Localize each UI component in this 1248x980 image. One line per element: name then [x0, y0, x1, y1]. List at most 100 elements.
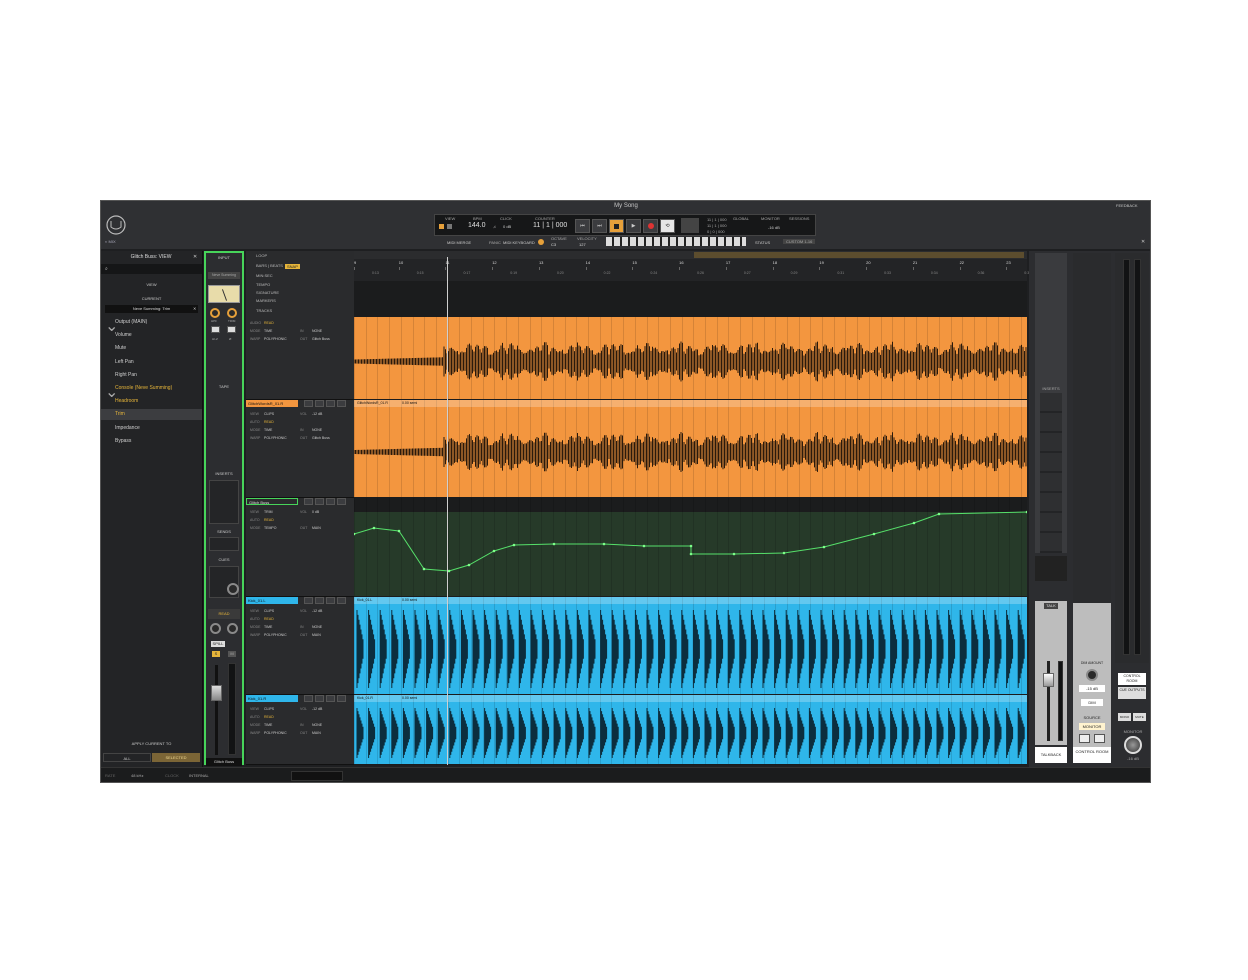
track-button[interactable]: [326, 400, 335, 407]
play-button[interactable]: ▶: [626, 219, 641, 233]
volume-fader[interactable]: [211, 685, 222, 701]
track-param[interactable]: TIME: [264, 723, 272, 728]
right-insert-slots[interactable]: [1040, 393, 1062, 553]
track-param[interactable]: READ: [264, 321, 274, 326]
source-off-button[interactable]: [1079, 734, 1090, 743]
panic-button[interactable]: PANIC: [489, 240, 501, 245]
tree-item[interactable]: Impedance: [101, 423, 202, 434]
track-lane[interactable]: GlitchWordsR_01.R 0.00 semi: [354, 400, 1027, 497]
track-param[interactable]: MAIN: [312, 731, 321, 736]
phase-button[interactable]: [227, 326, 236, 333]
close-icon[interactable]: ✕: [1141, 239, 1145, 245]
track-button[interactable]: [326, 498, 335, 505]
track-name[interactable]: Kick_01.L: [246, 597, 298, 604]
track-param[interactable]: READ: [264, 420, 274, 425]
pan-left-knob[interactable]: [210, 623, 221, 634]
automation-point[interactable]: [492, 549, 496, 553]
automation-point[interactable]: [512, 543, 516, 547]
tree-item[interactable]: Right Pan: [101, 370, 202, 381]
hiz-button[interactable]: [211, 326, 220, 333]
track-button[interactable]: [315, 597, 324, 604]
automation-point[interactable]: [689, 552, 693, 556]
track-param[interactable]: Glitch Buss: [312, 436, 330, 441]
trim-knob[interactable]: [227, 308, 237, 318]
track-button[interactable]: [315, 498, 324, 505]
clock-value[interactable]: INTERNAL: [189, 773, 209, 778]
record-button[interactable]: [643, 219, 658, 233]
search-field[interactable]: ⌕: [101, 264, 202, 274]
track-param[interactable]: CLIPS: [264, 609, 274, 614]
track-param[interactable]: TIME: [264, 428, 272, 433]
track-button[interactable]: [337, 597, 346, 604]
automation-line[interactable]: [354, 511, 1027, 572]
automation-point[interactable]: [372, 526, 376, 530]
spill-button[interactable]: SPILL: [211, 641, 225, 647]
track-header[interactable]: GlitchWordsR_01.R VIEW CLIPS VOL -12 dB AUTO R…: [246, 400, 354, 498]
solo-button[interactable]: S: [212, 651, 220, 657]
window-title[interactable]: My Song: [601, 203, 651, 209]
ruler-row-label[interactable]: SIGNATURE: [256, 290, 279, 295]
automation-point[interactable]: [447, 569, 451, 573]
monitor-source-button[interactable]: MONITOR: [1079, 723, 1105, 730]
track-param[interactable]: READ: [264, 715, 274, 720]
grid-icon[interactable]: [447, 224, 452, 229]
channel-name[interactable]: Glitch Buss: [206, 758, 242, 766]
source-line-button[interactable]: [1094, 734, 1105, 743]
track-param[interactable]: NONE: [312, 428, 322, 433]
loop-region[interactable]: [694, 252, 1024, 258]
automation-point[interactable]: [1025, 510, 1027, 514]
bpm-value[interactable]: 144.0: [468, 222, 486, 229]
track-name[interactable]: Glitch Buss: [246, 498, 298, 505]
timeline-ruler[interactable]: 91011121314151617181920212223 0:130:150:…: [354, 251, 1031, 317]
cue-outputs-button[interactable]: CUE OUTPUTS: [1118, 687, 1146, 699]
track-param[interactable]: MAIN: [312, 526, 321, 531]
pan-right-knob[interactable]: [227, 623, 238, 634]
tree-item[interactable]: Headroom: [101, 396, 202, 407]
automation-point[interactable]: [782, 551, 786, 555]
track-param[interactable]: READ: [264, 617, 274, 622]
apply-selected-button[interactable]: SELECTED: [152, 753, 200, 762]
view-toggle-icon[interactable]: [439, 224, 444, 229]
track-param[interactable]: READ: [264, 518, 274, 523]
track-name[interactable]: GlitchWordsR_01.R: [246, 400, 298, 407]
track-param[interactable]: POLYPHONIC: [264, 337, 287, 342]
rewind-button[interactable]: ⏮: [575, 219, 590, 233]
piano-keys[interactable]: [606, 237, 746, 246]
track-header[interactable]: Kick_01.L VIEW CLIPS VOL -12 dB AUTO READ MODE T…: [246, 597, 354, 695]
track-param[interactable]: NONE: [312, 723, 322, 728]
counter-value[interactable]: 11 | 1 | 000: [533, 222, 567, 229]
loop-button[interactable]: ⟲: [660, 219, 675, 233]
octave-value[interactable]: C3: [551, 242, 556, 247]
automation-point[interactable]: [872, 532, 876, 536]
track-param[interactable]: POLYPHONIC: [264, 633, 287, 638]
track-button[interactable]: [304, 695, 313, 702]
track-button[interactable]: [315, 695, 324, 702]
control-room-button[interactable]: CONTROL ROOM: [1118, 673, 1146, 685]
automation-point[interactable]: [689, 544, 693, 548]
track-button[interactable]: [326, 695, 335, 702]
send-slots[interactable]: [209, 537, 239, 551]
snap-button[interactable]: SNAP: [285, 264, 300, 269]
tree-item[interactable]: Bypass: [101, 436, 202, 447]
track-lane[interactable]: [354, 498, 1027, 596]
control-room-label[interactable]: CONTROL ROOM: [1073, 747, 1111, 763]
tree-item[interactable]: Output (MAIN): [101, 317, 202, 328]
track-button[interactable]: [326, 597, 335, 604]
track-param[interactable]: TIME: [264, 625, 272, 630]
ruler-row-label[interactable]: MARKERS: [256, 298, 276, 303]
stop-button[interactable]: [609, 219, 624, 233]
automation-point[interactable]: [602, 542, 606, 546]
monitor-knob[interactable]: [1124, 736, 1142, 754]
talk-fader[interactable]: [1043, 673, 1054, 687]
track-param[interactable]: MAIN: [312, 633, 321, 638]
track-button[interactable]: [304, 400, 313, 407]
rate-value[interactable]: 48 kHz: [131, 773, 143, 778]
track-lane[interactable]: [354, 317, 1027, 399]
cue-knob[interactable]: [227, 583, 239, 595]
track-header[interactable]: Kick_01.R VIEW CLIPS VOL -12 dB AUTO READ MODE T…: [246, 695, 354, 765]
read-button[interactable]: READ: [208, 609, 240, 619]
dim-value[interactable]: -15 dB: [1079, 685, 1105, 692]
monitor-value[interactable]: -16 dB: [768, 225, 780, 230]
tree-item[interactable]: Left Pan: [101, 357, 202, 368]
track-param[interactable]: NONE: [312, 625, 322, 630]
